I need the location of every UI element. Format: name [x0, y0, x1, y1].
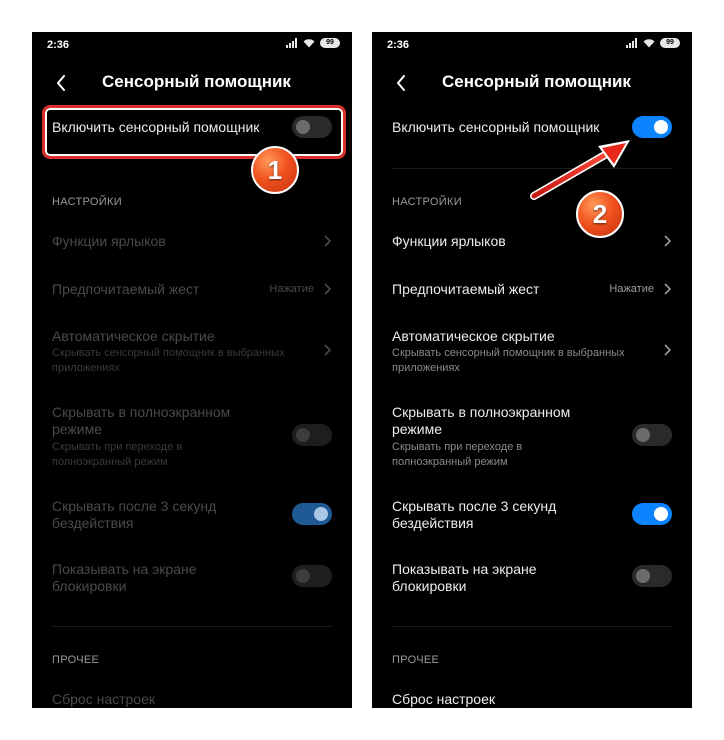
- idle-title-line1: Скрывать после 3 секунд: [52, 498, 217, 514]
- section-header-other: ПРОЧЕЕ: [392, 654, 440, 666]
- signal-icon: [286, 38, 297, 48]
- toggle-knob: [654, 120, 668, 134]
- status-icons: 99: [286, 38, 340, 48]
- status-bar: 2:36 99: [372, 32, 692, 58]
- toggle-knob: [636, 569, 650, 583]
- lockscreen-title-line1: Показывать на экране: [52, 561, 197, 577]
- wifi-icon: [303, 39, 315, 48]
- fullscreen-subtitle-line2: полноэкранный режим: [392, 456, 508, 468]
- signal-icon: [626, 38, 637, 48]
- status-bar: 2:36 99: [32, 32, 352, 58]
- back-arrow-icon: [397, 75, 405, 91]
- chevron-right-icon: [664, 344, 672, 356]
- chevron-right-icon: [664, 235, 672, 247]
- status-time: 2:36: [387, 39, 410, 51]
- phone-screen-after: 2:36 99 Сенсорный помощник Включить сенс…: [372, 32, 692, 708]
- back-button[interactable]: [390, 71, 412, 95]
- fullscreen-title-line1: Скрывать в полноэкранном: [392, 404, 571, 420]
- page-title: Сенсорный помощник: [442, 72, 631, 91]
- idle-toggle[interactable]: [292, 503, 332, 525]
- chevron-right-icon: [664, 283, 672, 295]
- shortcuts-label: Функции ярлыков: [52, 233, 166, 249]
- chevron-right-icon: [324, 283, 332, 295]
- lockscreen-title-line1: Показывать на экране: [392, 561, 537, 577]
- toggle-knob: [654, 507, 668, 521]
- status-icons: 99: [626, 38, 680, 48]
- enable-label: Включить сенсорный помощник: [392, 119, 600, 135]
- fullscreen-subtitle-line1: Скрывать при переходе в: [52, 441, 183, 453]
- idle-title-line2: бездействия: [392, 515, 474, 531]
- status-time: 2:36: [47, 39, 70, 51]
- gesture-label: Предпочитаемый жест: [392, 281, 540, 297]
- wifi-icon: [643, 39, 655, 48]
- app-bar: Сенсорный помощник: [372, 68, 692, 98]
- toggle-knob: [296, 428, 310, 442]
- autohide-subtitle-line2: приложениях: [52, 362, 120, 374]
- section-header-settings: НАСТРОЙКИ: [52, 196, 122, 208]
- battery-icon: 99: [660, 38, 680, 48]
- shortcuts-label: Функции ярлыков: [392, 233, 506, 249]
- idle-title-line1: Скрывать после 3 секунд: [392, 498, 557, 514]
- autohide-title: Автоматическое скрытие: [52, 328, 215, 344]
- battery-icon: 99: [320, 38, 340, 48]
- fullscreen-title-line1: Скрывать в полноэкранном: [52, 404, 231, 420]
- autohide-subtitle-line1: Скрывать сенсорный помощник в выбранных: [52, 347, 285, 359]
- idle-title-line2: бездействия: [52, 515, 134, 531]
- toggle-knob: [296, 569, 310, 583]
- gesture-label: Предпочитаемый жест: [52, 281, 200, 297]
- gesture-value: Нажатие: [609, 283, 654, 295]
- tutorial-composite: 2:36 99 Сенсорный помощник Включить сенс…: [0, 0, 724, 740]
- chevron-right-icon: [324, 344, 332, 356]
- divider: [52, 626, 332, 627]
- autohide-title: Автоматическое скрытие: [392, 328, 555, 344]
- lockscreen-toggle[interactable]: [292, 565, 332, 587]
- divider: [392, 626, 672, 627]
- app-bar: Сенсорный помощник: [32, 68, 352, 98]
- reset-label: Сброс настроек: [52, 691, 156, 707]
- fullscreen-subtitle-line2: полноэкранный режим: [52, 456, 168, 468]
- step-badge-2: 2: [576, 190, 624, 238]
- idle-toggle[interactable]: [632, 503, 672, 525]
- section-header-other: ПРОЧЕЕ: [52, 654, 100, 666]
- toggle-knob: [636, 428, 650, 442]
- fullscreen-title-line2: режиме: [52, 421, 103, 437]
- section-header-settings: НАСТРОЙКИ: [392, 196, 462, 208]
- chevron-right-icon: [324, 235, 332, 247]
- enable-toggle[interactable]: [632, 116, 672, 138]
- fullscreen-subtitle-line1: Скрывать при переходе в: [392, 441, 523, 453]
- fullscreen-toggle[interactable]: [632, 424, 672, 446]
- reset-label: Сброс настроек: [392, 691, 496, 707]
- pointer-arrow-icon: [530, 140, 630, 200]
- lockscreen-title-line2: блокировки: [392, 578, 467, 594]
- page-title: Сенсорный помощник: [102, 72, 291, 91]
- back-button[interactable]: [50, 71, 72, 95]
- back-arrow-icon: [57, 75, 65, 91]
- lockscreen-toggle[interactable]: [632, 565, 672, 587]
- lockscreen-title-line2: блокировки: [52, 578, 127, 594]
- step-badge-1: 1: [251, 146, 299, 194]
- fullscreen-title-line2: режиме: [392, 421, 443, 437]
- autohide-subtitle-line2: приложениях: [392, 362, 460, 374]
- highlight-frame: [42, 105, 346, 159]
- gesture-value: Нажатие: [269, 283, 314, 295]
- toggle-knob: [314, 507, 328, 521]
- fullscreen-toggle[interactable]: [292, 424, 332, 446]
- autohide-subtitle-line1: Скрывать сенсорный помощник в выбранных: [392, 347, 625, 359]
